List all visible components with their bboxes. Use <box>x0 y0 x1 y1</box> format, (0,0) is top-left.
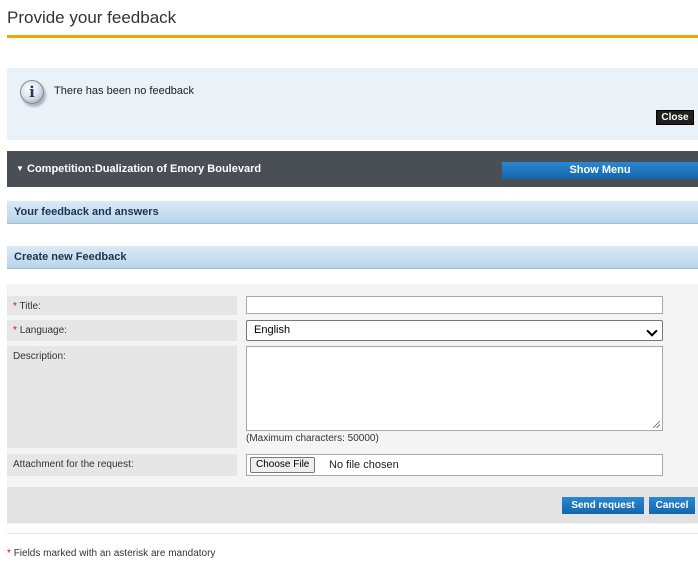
title-underline <box>7 35 698 38</box>
chevron-down-icon <box>646 325 658 337</box>
choose-file-button[interactable]: Choose File <box>250 457 316 473</box>
description-textarea[interactable] <box>246 346 663 431</box>
competition-title[interactable]: Competition:Dualization of Emory Bouleva… <box>27 163 261 175</box>
required-marker: * <box>7 548 11 559</box>
required-marker: * <box>13 325 17 336</box>
attachment-label: Attachment for the request: <box>7 454 237 476</box>
resize-handle-icon[interactable] <box>653 421 660 428</box>
required-marker: * <box>13 301 17 312</box>
language-label: * Language: <box>7 320 237 341</box>
section-create-feedback: Create new Feedback <box>7 246 698 269</box>
language-label-text: Language: <box>19 325 67 336</box>
info-message: There has been no feedback <box>54 85 195 97</box>
chevron-down-icon[interactable]: ▼ <box>16 164 24 173</box>
info-icon: i <box>20 80 44 104</box>
description-label: Description: <box>7 346 237 448</box>
max-characters-hint: (Maximum characters: 50000) <box>246 433 379 444</box>
page-title: Provide your feedback <box>7 8 177 27</box>
cancel-button[interactable]: Cancel <box>649 497 695 514</box>
language-selected-value: English <box>254 324 291 336</box>
close-button[interactable]: Close <box>656 110 694 125</box>
divider <box>7 533 698 534</box>
info-message-box: i There has been no feedback Close <box>7 68 698 140</box>
form-actions: Send request Cancel <box>7 487 698 523</box>
title-label-text: Title: <box>19 301 41 312</box>
title-label: * Title: <box>7 296 237 315</box>
attachment-file-input[interactable]: Choose File No file chosen <box>246 454 663 476</box>
send-request-button[interactable]: Send request <box>562 497 644 514</box>
mandatory-note: * Fields marked with an asterisk are man… <box>7 548 215 559</box>
file-status: No file chosen <box>329 459 399 471</box>
title-input[interactable] <box>246 296 663 314</box>
competition-bar: ▼ Competition:Dualization of Emory Boule… <box>7 151 698 187</box>
description-label-text: Description: <box>13 351 66 362</box>
attachment-label-text: Attachment for the request: <box>13 459 134 470</box>
show-menu-button[interactable]: Show Menu <box>502 162 698 179</box>
language-select[interactable]: English <box>246 320 663 341</box>
section-feedback-answers[interactable]: Your feedback and answers <box>7 201 698 224</box>
mandatory-note-text: Fields marked with an asterisk are manda… <box>13 548 216 559</box>
